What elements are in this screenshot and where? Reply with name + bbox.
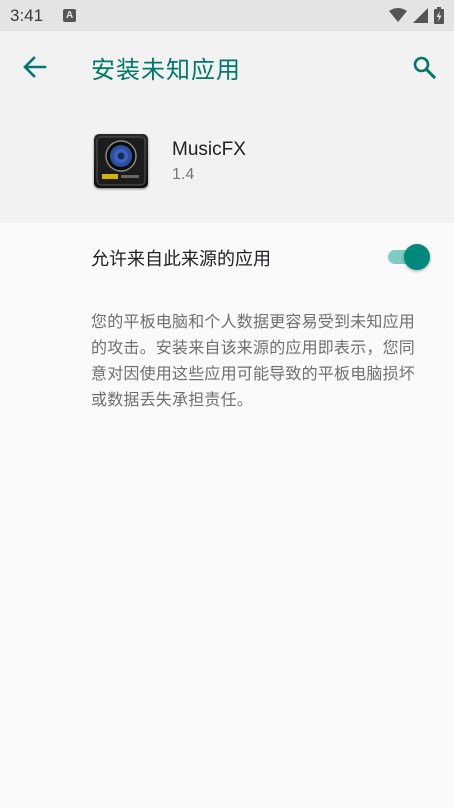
page-title: 安装未知应用 [91,56,241,84]
speaker-icon [94,134,148,188]
wifi-icon [389,8,407,22]
search-icon [413,56,436,79]
status-icons [389,7,444,24]
search-button[interactable] [408,52,440,82]
header-area: 安装未知应用 MusicFX 1.4 [0,31,454,223]
app-info-row: MusicFX 1.4 [0,126,454,196]
allow-install-label: 允许来自此来源的应用 [91,249,271,270]
status-bar: 3:41 A [0,0,454,31]
app-version: 1.4 [172,166,195,183]
a-icon: A [63,9,77,22]
warning-description: 您的平板电脑和个人数据更容易受到未知应用的攻击。安装来自该来源的应用即表示，您同… [91,312,416,409]
back-button[interactable] [18,53,52,81]
app-name: MusicFX [172,139,246,160]
arrow-left-icon [23,56,47,78]
status-time: 3:41 [10,5,44,25]
allow-install-setting[interactable]: 允许来自此来源的应用 [0,223,454,291]
allow-install-switch[interactable] [388,244,432,270]
battery-icon [434,7,444,24]
cell-signal-icon [413,8,428,23]
app-bar: 安装未知应用 [0,31,454,101]
switch-thumb [404,244,430,270]
